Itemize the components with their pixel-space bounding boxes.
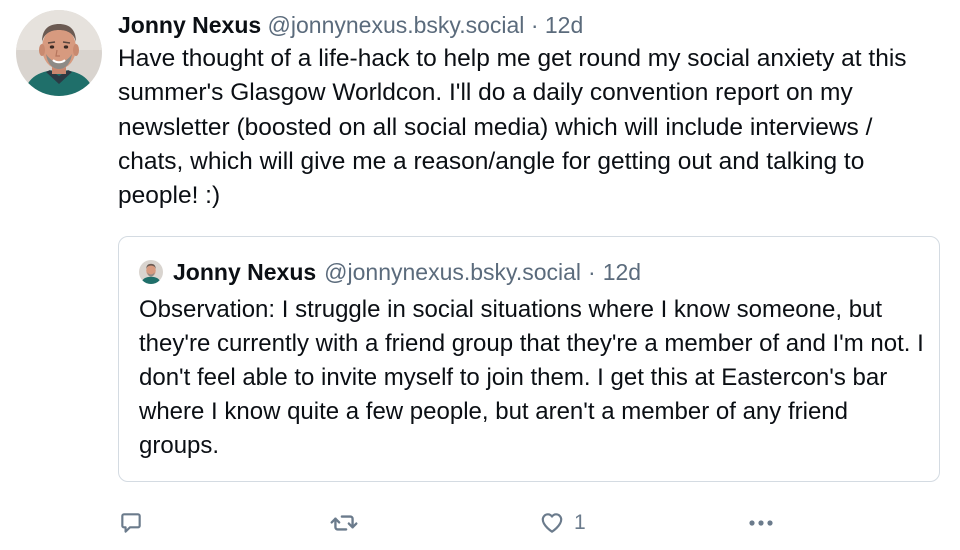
repost-icon: [330, 515, 358, 531]
post-text: Have thought of a life-hack to help me g…: [118, 45, 907, 210]
quoted-meta-separator: ·: [588, 259, 596, 285]
quoted-author-name[interactable]: Jonny Nexus: [173, 257, 316, 287]
post-actions: 1: [118, 505, 948, 541]
reply-icon: [121, 513, 141, 533]
author-avatar[interactable]: [16, 10, 102, 96]
post-timestamp[interactable]: 12d: [545, 12, 583, 38]
reply-button[interactable]: [118, 505, 144, 541]
quoted-post-meta: Jonny Nexus @jonnynexus.bsky.social · 12…: [139, 257, 929, 287]
author-name[interactable]: Jonny Nexus: [118, 12, 261, 38]
meta-separator: ·: [530, 12, 539, 38]
quoted-post[interactable]: Jonny Nexus @jonnynexus.bsky.social · 12…: [118, 236, 940, 482]
quoted-post-timestamp[interactable]: 12d: [603, 257, 641, 287]
post-meta: Jonny Nexus @jonnynexus.bsky.social · 12…: [118, 10, 948, 40]
like-count: 1: [574, 511, 586, 534]
more-options-button[interactable]: [746, 505, 776, 541]
like-button[interactable]: 1: [538, 505, 586, 541]
post-content: Jonny Nexus @jonnynexus.bsky.social · 12…: [118, 10, 948, 213]
quoted-post-text: Observation: I struggle in social situat…: [139, 296, 924, 459]
more-options-icon: [749, 520, 773, 526]
author-handle[interactable]: @jonnynexus.bsky.social: [268, 12, 525, 38]
author-photo: [16, 10, 102, 96]
heart-icon: [541, 513, 563, 533]
repost-button[interactable]: [329, 505, 359, 541]
quoted-post-content: Jonny Nexus @jonnynexus.bsky.social · 12…: [139, 257, 929, 463]
post[interactable]: Jonny Nexus @jonnynexus.bsky.social · 12…: [0, 0, 960, 550]
quoted-author-avatar[interactable]: [139, 260, 163, 284]
quoted-author-photo: [139, 260, 163, 284]
quoted-author-handle[interactable]: @jonnynexus.bsky.social: [324, 257, 581, 287]
